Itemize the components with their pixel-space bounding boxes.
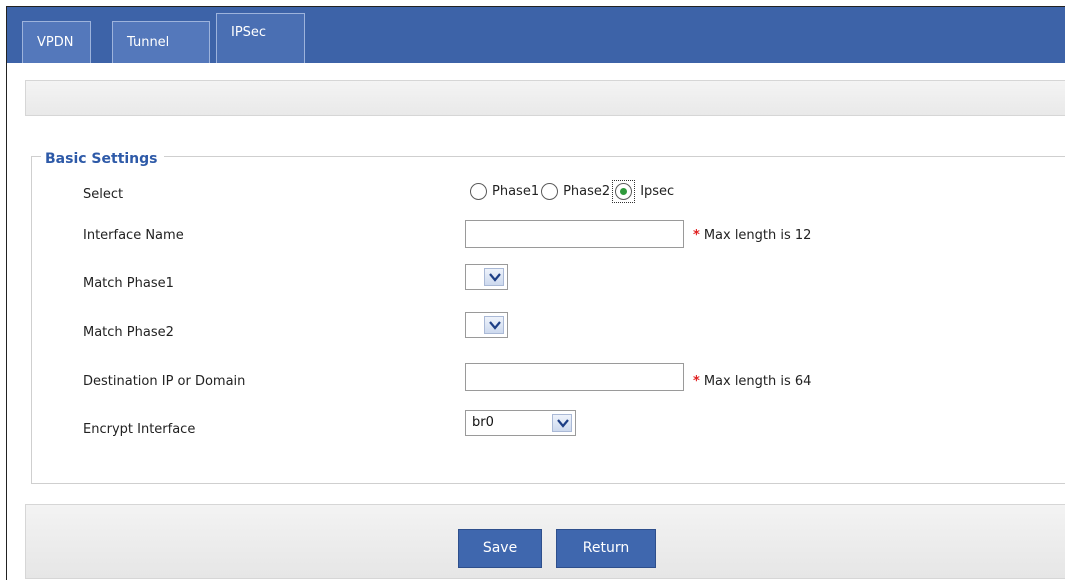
tab-tunnel[interactable]: Tunnel bbox=[112, 21, 210, 63]
radio-phase2[interactable] bbox=[541, 182, 559, 200]
radio-ipsec-label: Ipsec bbox=[640, 183, 675, 199]
toolbar-strip bbox=[25, 80, 1065, 116]
select-radio-group: Phase1 Phase2 Ipsec bbox=[470, 179, 676, 203]
encrypt-interface-label: Encrypt Interface bbox=[83, 422, 196, 437]
radio-phase2-label: Phase2 bbox=[563, 183, 611, 199]
match-phase2-label: Match Phase2 bbox=[83, 325, 174, 340]
match-phase1-label: Match Phase1 bbox=[83, 276, 174, 291]
tab-ipsec[interactable]: IPSec bbox=[216, 13, 305, 63]
required-mark: * bbox=[693, 228, 700, 243]
interface-name-hint-text: Max length is 12 bbox=[703, 228, 812, 243]
radio-phase1-label: Phase1 bbox=[492, 183, 540, 199]
encrypt-interface-select[interactable]: br0 bbox=[465, 410, 576, 436]
return-button[interactable]: Return bbox=[556, 529, 656, 568]
interface-name-hint: * Max length is 12 bbox=[693, 228, 811, 243]
destination-input[interactable] bbox=[465, 363, 684, 391]
interface-name-input[interactable] bbox=[465, 220, 684, 248]
save-button[interactable]: Save bbox=[458, 529, 542, 568]
page-frame: VPDN Tunnel IPSec Basic Settings Select … bbox=[6, 6, 1065, 580]
match-phase1-select[interactable] bbox=[465, 264, 508, 290]
radio-ipsec[interactable] bbox=[615, 182, 633, 200]
encrypt-interface-value: br0 bbox=[472, 415, 494, 430]
destination-hint-text: Max length is 64 bbox=[703, 374, 812, 389]
destination-label: Destination IP or Domain bbox=[83, 374, 246, 389]
basic-settings-legend: Basic Settings bbox=[41, 151, 164, 167]
match-phase2-select[interactable] bbox=[465, 312, 508, 338]
footer-bar bbox=[25, 504, 1065, 579]
destination-hint: * Max length is 64 bbox=[693, 374, 811, 389]
chevron-down-icon[interactable] bbox=[552, 414, 572, 432]
radio-phase1[interactable] bbox=[470, 182, 487, 200]
tab-bar: VPDN Tunnel IPSec bbox=[7, 7, 1065, 63]
radio-ipsec-focus bbox=[612, 179, 636, 203]
chevron-down-icon[interactable] bbox=[484, 268, 504, 286]
required-mark: * bbox=[693, 374, 700, 389]
chevron-down-icon[interactable] bbox=[484, 316, 504, 334]
interface-name-label: Interface Name bbox=[83, 228, 184, 243]
tab-vpdn[interactable]: VPDN bbox=[22, 21, 91, 63]
select-label: Select bbox=[83, 187, 124, 202]
